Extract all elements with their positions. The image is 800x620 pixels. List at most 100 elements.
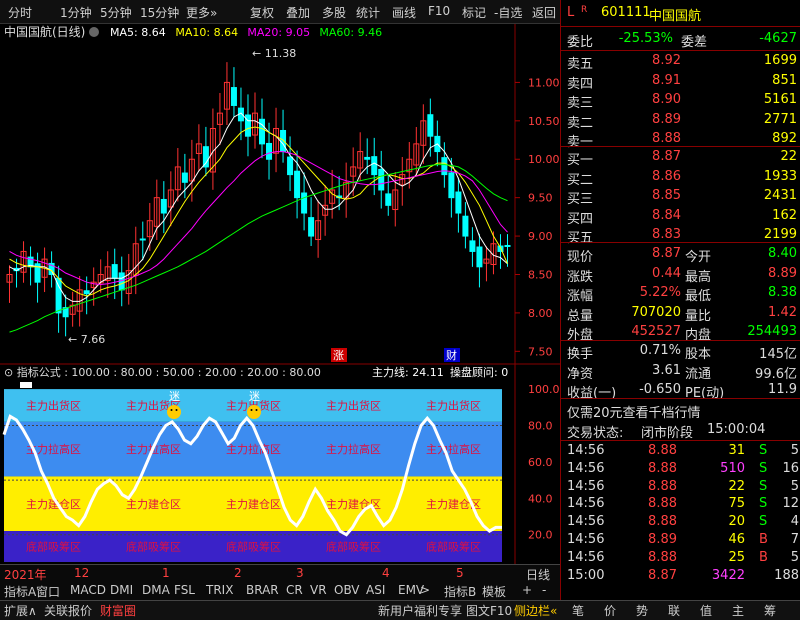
zone-label-la: 主力拉高区 <box>326 442 381 456</box>
tabs-right-2[interactable]: + <box>522 583 532 597</box>
sell-label: 卖二 <box>567 115 594 131</box>
tick-time: 14:56 <box>567 496 605 512</box>
period-label[interactable]: 日线 <box>526 566 550 583</box>
bottom-left-2[interactable]: 财富圈 <box>100 602 136 619</box>
ma10-line <box>9 126 508 297</box>
bottom-mid-2[interactable]: 侧边栏« <box>514 602 557 619</box>
high-label: ← 11.38 <box>252 47 296 60</box>
indicator-header[interactable]: ⊙ 指标公式 : 100.00 : 80.00 : 50.00 : 20.00 … <box>4 365 321 379</box>
toolbar-item-2[interactable]: 5分钟 <box>100 4 132 21</box>
indicator-tab-6[interactable]: TRIX <box>206 583 233 597</box>
stat-label: 今开 <box>685 250 712 265</box>
toolbar-item-7[interactable]: 多股 <box>322 4 346 21</box>
ma-legend-2: MA20: 9.05 <box>247 26 310 39</box>
side-tab-0[interactable]: 笔 <box>572 602 584 619</box>
bottom-mid-0[interactable]: 新用户福利专享 <box>378 602 462 619</box>
candle-body <box>378 168 385 191</box>
indicator-tab-11[interactable]: ASI <box>366 583 385 597</box>
side-tab-3[interactable]: 联 <box>668 602 680 619</box>
stock-code: 601111 <box>601 5 651 20</box>
marker-cai[interactable]: 财 <box>444 348 460 362</box>
indicator-tab-5[interactable]: FSL <box>174 583 195 597</box>
bottom-left-0[interactable]: 扩展∧ <box>4 602 37 619</box>
indicator-tab-1[interactable]: 窗口 <box>36 583 60 600</box>
candle-body <box>181 172 188 183</box>
stat2-row-0: 换手 0.71% 股本 145亿 <box>561 342 800 362</box>
tick-side: S <box>759 460 768 476</box>
toolbar-item-10[interactable]: F10 <box>428 4 450 18</box>
candle-body <box>476 246 483 268</box>
buy-price: 8.87 <box>652 149 681 164</box>
indicator-tab-2[interactable]: MACD <box>70 583 106 597</box>
toolbar-item-13[interactable]: 返回 <box>532 4 556 21</box>
quote-header: L R 601111 中国国航 <box>561 4 800 24</box>
buy-label: 买一 <box>567 153 594 168</box>
price-tick-label: 10.00 <box>528 153 560 166</box>
divider <box>561 242 800 243</box>
indicator-tab-7[interactable]: BRAR <box>246 583 279 597</box>
zone-label-la: 主力拉高区 <box>426 442 481 456</box>
toolbar-item-11[interactable]: 标记 <box>462 4 486 21</box>
tabs-more-button[interactable]: > <box>420 583 430 597</box>
tabs-right-1[interactable]: 模板 <box>482 583 506 600</box>
indicator-tab-10[interactable]: OBV <box>334 583 360 597</box>
indicator-tab-8[interactable]: CR <box>286 583 303 597</box>
trade-status: 闭市阶段 <box>641 426 694 441</box>
stat-label: 股本 <box>685 347 712 362</box>
stat-row-0: 现价 8.87 今开 8.40 <box>561 245 800 265</box>
stat-value: 452527 <box>631 324 681 339</box>
toolbar-item-5[interactable]: 复权 <box>250 4 274 21</box>
tabs-right-3[interactable]: - <box>542 583 546 597</box>
tick-side: S <box>759 443 768 458</box>
settings-icon[interactable] <box>89 27 99 37</box>
chart-area[interactable]: 中国国航(日线) MA5: 8.64 MA10: 8.64 MA20: 9.05 MA6… <box>0 24 560 564</box>
tick-side: S <box>759 514 768 530</box>
side-tab-2[interactable]: 势 <box>636 602 648 619</box>
promo-row[interactable]: 仅需20元查看千档行情 <box>561 401 800 421</box>
toolbar-item-8[interactable]: 统计 <box>356 4 380 21</box>
side-tab-1[interactable]: 价 <box>604 602 616 619</box>
toolbar-item-1[interactable]: 1分钟 <box>60 4 92 21</box>
toolbar-item-9[interactable]: 画线 <box>392 4 416 21</box>
indicator-tab-9[interactable]: VR <box>310 583 327 597</box>
zone-label-di: 底部吸筹区 <box>426 540 481 554</box>
date-label: 12 <box>74 566 90 580</box>
indicator-tick: 20.0 <box>528 529 553 542</box>
bottom-mid-1[interactable]: 图文F10 <box>466 602 512 619</box>
buy-volume: 2431 <box>763 188 797 203</box>
tick-time: 14:56 <box>567 532 605 547</box>
stat-label: 总量 <box>567 308 594 324</box>
stat-label: 流通 <box>685 366 712 382</box>
scroll-indicator[interactable] <box>20 382 32 388</box>
tick-count: 7 <box>790 532 799 547</box>
buy-label: 买二 <box>567 172 594 188</box>
candle-body <box>55 277 62 314</box>
divider <box>561 340 800 341</box>
buy-label: 买三 <box>567 192 594 207</box>
indicator-tab-3[interactable]: DMI <box>110 583 133 597</box>
side-tab-5[interactable]: 主 <box>732 602 744 619</box>
buy-price: 8.83 <box>652 227 681 242</box>
bottom-left-1[interactable]: 关联报价 <box>44 602 92 619</box>
side-tab-4[interactable]: 值 <box>700 602 712 619</box>
marker-zhang[interactable]: 涨 <box>331 348 347 362</box>
candle-body <box>385 193 392 206</box>
toolbar-item-12[interactable]: -自选 <box>494 4 522 21</box>
tick-price: 8.88 <box>648 496 677 512</box>
side-tab-6[interactable]: 筹 <box>764 602 776 619</box>
toolbar-item-0[interactable]: 分时 <box>8 4 32 21</box>
tabs-right-0[interactable]: 指标B <box>444 583 476 600</box>
indicator-tick: 100.0 <box>528 383 560 396</box>
stat-value: 5.22% <box>639 285 681 300</box>
toolbar-item-3[interactable]: 15分钟 <box>140 4 179 21</box>
indicator-tab-0[interactable]: 指标A <box>4 583 36 600</box>
stat-row-1: 涨跌 0.44 最高 8.89 <box>561 265 800 285</box>
indicator-tab-4[interactable]: DMA <box>142 583 170 597</box>
kline-svg[interactable]: 中国国航(日线) MA5: 8.64 MA10: 8.64 MA20: 9.05 MA6… <box>0 24 560 564</box>
toolbar-item-6[interactable]: 叠加 <box>286 4 310 21</box>
stat2-row-1: 净资 3.61 流通 99.6亿 <box>561 362 800 382</box>
toolbar-item-4[interactable]: 更多» <box>186 4 217 21</box>
top-toolbar: 分时 1分钟 5分钟 15分钟 更多» 复权 叠加 多股 统计 画线 F10 标记 -自选 返回 <box>0 0 560 24</box>
tick-count: 188 <box>774 567 799 583</box>
price-tick-label: 9.00 <box>528 230 553 243</box>
